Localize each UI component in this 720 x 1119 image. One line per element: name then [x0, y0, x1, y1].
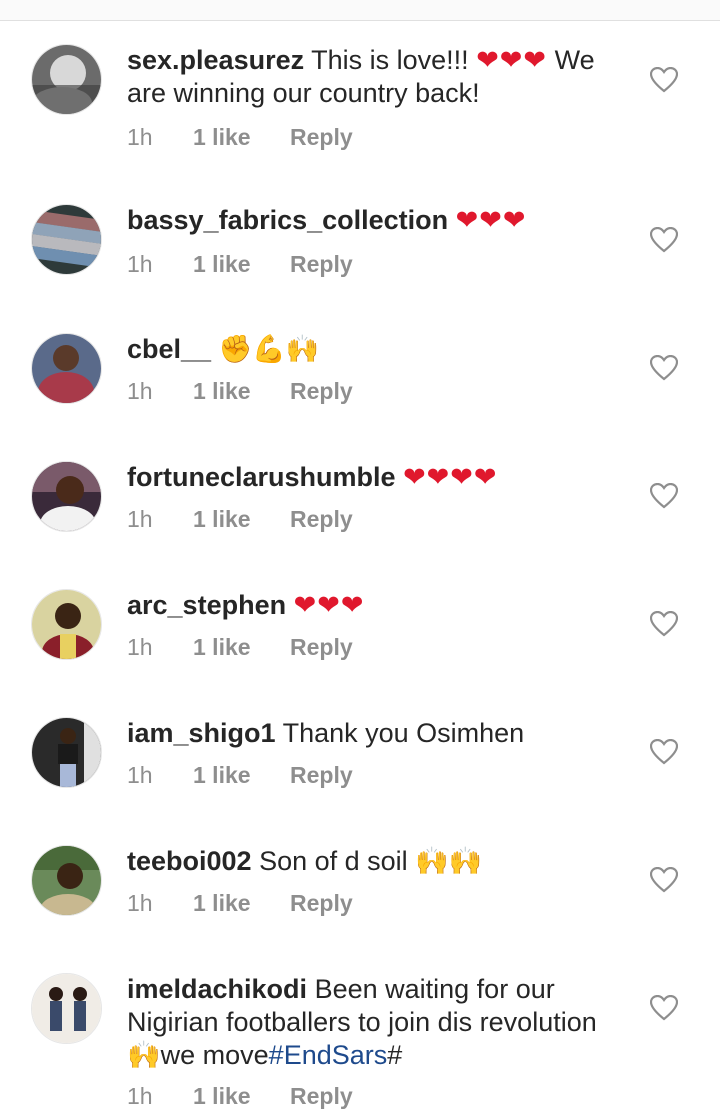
- comment-time: 1h: [127, 762, 153, 788]
- username-link[interactable]: bassy_fabrics_collection: [127, 205, 448, 235]
- comment-time: 1h: [127, 890, 153, 916]
- username-link[interactable]: sex.pleasurez: [127, 45, 304, 75]
- comment-meta: 1h 1 like Reply: [127, 376, 353, 406]
- comment-body: Thank you Osimhen: [282, 718, 525, 748]
- like-count[interactable]: 1 like: [193, 122, 290, 152]
- heart-emojis: ❤❤❤: [476, 45, 548, 75]
- reply-button[interactable]: Reply: [290, 251, 353, 277]
- username-link[interactable]: iam_shigo1: [127, 718, 276, 748]
- reply-button[interactable]: Reply: [290, 1083, 353, 1109]
- comment-text: bassy_fabrics_collection ❤❤❤: [127, 204, 637, 237]
- comment-body: Son of d soil: [259, 846, 408, 876]
- heart-outline-icon[interactable]: [649, 610, 679, 637]
- top-divider-bar: [0, 0, 720, 21]
- username-link[interactable]: teeboi002: [127, 846, 252, 876]
- heart-emojis: ❤❤❤❤: [403, 462, 498, 492]
- comment-meta: 1h 1 like Reply: [127, 122, 353, 152]
- avatar[interactable]: [31, 717, 102, 788]
- heart-outline-icon[interactable]: [649, 354, 679, 381]
- reply-button[interactable]: Reply: [290, 124, 353, 150]
- like-count[interactable]: 1 like: [193, 249, 290, 279]
- username-link[interactable]: imeldachikodi: [127, 974, 307, 1004]
- comment-time: 1h: [127, 378, 153, 404]
- avatar[interactable]: [31, 845, 102, 916]
- heart-outline-icon[interactable]: [649, 482, 679, 509]
- username-link[interactable]: fortuneclarushumble: [127, 462, 396, 492]
- emojis: ✊💪🙌: [218, 334, 320, 364]
- comment-body-continued: we move: [160, 1040, 269, 1070]
- comment-time: 1h: [127, 1083, 153, 1109]
- avatar[interactable]: [31, 461, 102, 532]
- avatar[interactable]: [31, 333, 102, 404]
- comment-meta: 1h 1 like Reply: [127, 249, 353, 279]
- comment-time: 1h: [127, 506, 153, 532]
- comment-time: 1h: [127, 251, 153, 277]
- reply-button[interactable]: Reply: [290, 634, 353, 660]
- emojis: 🙌🙌: [415, 846, 483, 876]
- like-count[interactable]: 1 like: [193, 1081, 290, 1111]
- reply-button[interactable]: Reply: [290, 378, 353, 404]
- username-link[interactable]: cbel__: [127, 334, 211, 364]
- avatar[interactable]: [31, 589, 102, 660]
- avatar[interactable]: [31, 973, 102, 1044]
- hashtag-link[interactable]: #EndSars: [269, 1040, 388, 1070]
- heart-outline-icon[interactable]: [649, 866, 679, 893]
- reply-button[interactable]: Reply: [290, 762, 353, 788]
- comment-text: teeboi002 Son of d soil 🙌🙌: [127, 845, 637, 878]
- heart-emojis: ❤❤❤: [455, 205, 527, 235]
- heart-outline-icon[interactable]: [649, 738, 679, 765]
- reply-button[interactable]: Reply: [290, 890, 353, 916]
- comment-time: 1h: [127, 634, 153, 660]
- comment-body: This is love!!!: [311, 45, 469, 75]
- avatar[interactable]: [31, 204, 102, 275]
- comment-time: 1h: [127, 124, 153, 150]
- like-count[interactable]: 1 like: [193, 888, 290, 918]
- like-count[interactable]: 1 like: [193, 632, 290, 662]
- avatar[interactable]: [31, 44, 102, 115]
- comment-text: arc_stephen ❤❤❤: [127, 589, 637, 622]
- comment-meta: 1h 1 like Reply: [127, 632, 353, 662]
- comment-text: imeldachikodi Been waiting for our Nigir…: [127, 973, 637, 1072]
- like-count[interactable]: 1 like: [193, 376, 290, 406]
- comment-text: sex.pleasurez This is love!!! ❤❤❤ We are…: [127, 44, 637, 110]
- heart-outline-icon[interactable]: [649, 226, 679, 253]
- comment-meta: 1h 1 like Reply: [127, 504, 353, 534]
- username-link[interactable]: arc_stephen: [127, 590, 286, 620]
- heart-emojis: ❤❤❤: [293, 590, 365, 620]
- comment-text: iam_shigo1 Thank you Osimhen: [127, 717, 637, 750]
- like-count[interactable]: 1 like: [193, 504, 290, 534]
- like-count[interactable]: 1 like: [193, 760, 290, 790]
- emojis: 🙌: [127, 1040, 161, 1070]
- heart-outline-icon[interactable]: [649, 994, 679, 1021]
- heart-outline-icon[interactable]: [649, 66, 679, 93]
- comment-text: cbel__ ✊💪🙌: [127, 333, 637, 366]
- comment-meta: 1h 1 like Reply: [127, 1081, 353, 1111]
- reply-button[interactable]: Reply: [290, 506, 353, 532]
- comment-text: fortuneclarushumble ❤❤❤❤: [127, 461, 637, 494]
- comment-body-end: #: [387, 1040, 403, 1070]
- comment-meta: 1h 1 like Reply: [127, 760, 353, 790]
- comment-meta: 1h 1 like Reply: [127, 888, 353, 918]
